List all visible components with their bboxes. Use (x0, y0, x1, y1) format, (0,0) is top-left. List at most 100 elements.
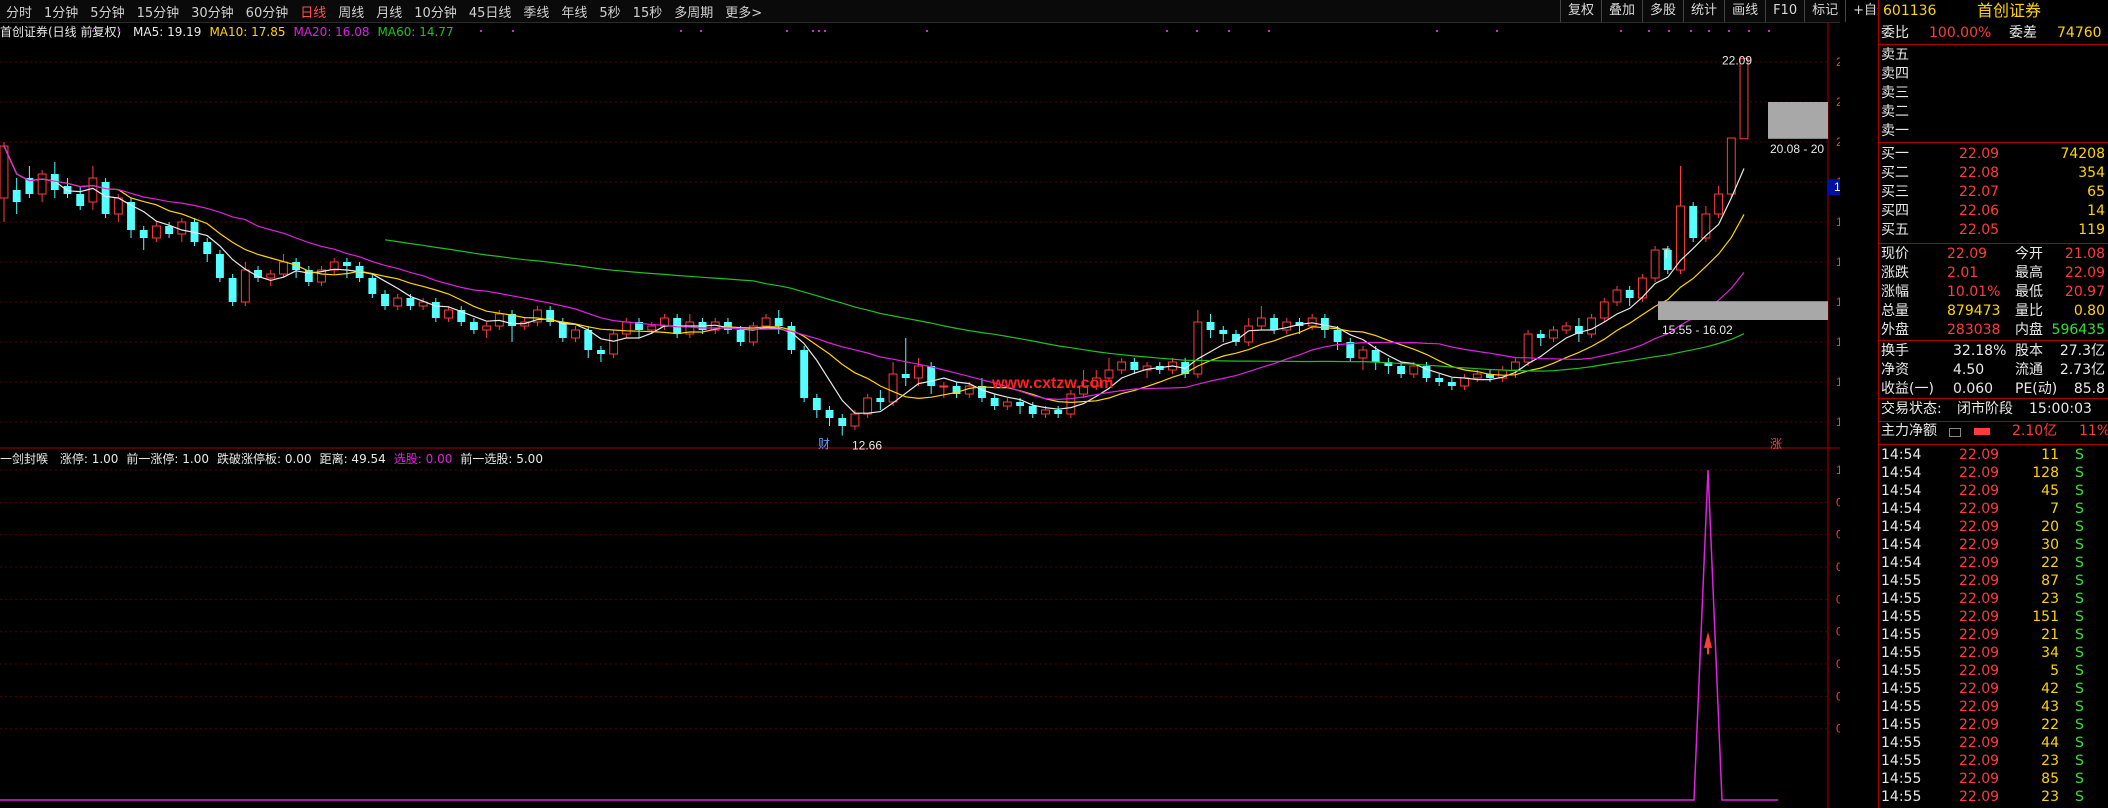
toolbar-button[interactable]: 统计 (1683, 0, 1724, 22)
tick-price: 22.09 (1959, 501, 2000, 517)
chart-area[interactable]: 22.0021.0020.0019.0018.0017.0016.0015.00… (0, 22, 1840, 808)
tick-time: 14:55 (1881, 789, 1922, 805)
toolbar-button[interactable]: 叠加 (1601, 0, 1642, 22)
bid-price: 22.06 (1959, 203, 2000, 219)
high-label: 22.09 (1722, 53, 1752, 67)
period-tab[interactable]: 周线 (332, 2, 370, 21)
stat-value: 10.01% (1947, 284, 2001, 300)
sub-tick-label: 0.70 (1836, 560, 1840, 574)
period-tab[interactable]: 月线 (370, 2, 408, 21)
candle-body (1002, 401, 1012, 407)
bid-label: 买二 (1881, 165, 1909, 181)
period-tab[interactable]: 多周期 (668, 2, 719, 21)
tick-time: 14:55 (1881, 735, 1922, 751)
fundamental-value: 4.50 (1953, 362, 1985, 378)
toolbar-button[interactable]: 多股 (1642, 0, 1683, 22)
kline-chart[interactable]: 22.0021.0020.0019.0018.0017.0016.0015.00… (0, 22, 1840, 808)
candle-body (203, 242, 212, 254)
toolbar-button[interactable]: 标记 (1804, 0, 1845, 22)
toolbar-button[interactable]: 复权 (1560, 0, 1601, 22)
candle-body (990, 398, 999, 406)
tick-row: 14:54 22.09 128 S (1879, 464, 2108, 482)
tick-time: 14:54 (1881, 483, 1922, 499)
bid-row[interactable]: 买三 22.07 65 (1879, 183, 2108, 202)
signal-dot (1436, 30, 1438, 32)
fundamental-label: PE(动) (2015, 381, 2058, 397)
signal-dot (1728, 30, 1730, 32)
stat-row: 外盘 283038 内盘 596435 (1879, 321, 2108, 340)
period-tab[interactable]: 季线 (517, 2, 555, 21)
period-tab[interactable]: 15秒 (627, 2, 669, 21)
candle-body (1549, 329, 1558, 339)
candle-body (1219, 330, 1228, 334)
weibi-row: 委比 100.00% 委差 74760 (1879, 24, 2108, 43)
candle-body (12, 190, 21, 202)
weicha-label: 委差 (2009, 25, 2037, 41)
tick-time: 14:54 (1881, 555, 1922, 571)
period-tab[interactable]: 10分钟 (408, 2, 463, 21)
tick-time: 14:55 (1881, 591, 1922, 607)
candle-body (37, 173, 47, 195)
cai-marker[interactable]: 财 (818, 437, 830, 451)
price-tick-label: 22.00 (1836, 55, 1840, 69)
stat-value: 0.80 (2073, 303, 2105, 319)
sub-tick-label: 0.90 (1836, 495, 1840, 509)
ask-row: 卖二 (1879, 103, 2108, 122)
period-tab[interactable]: 更多> (719, 2, 768, 21)
period-tab[interactable]: 30分钟 (185, 2, 240, 21)
period-tab[interactable]: 15分钟 (131, 2, 186, 21)
fundamental-label: 净资 (1881, 362, 1909, 378)
tick-price: 22.09 (1959, 771, 2000, 787)
stat-label: 最高 (2015, 265, 2043, 281)
tick-price: 22.09 (1959, 681, 2000, 697)
bid-row[interactable]: 买二 22.08 354 (1879, 164, 2108, 183)
signal-dot (118, 30, 120, 32)
candle-body (278, 261, 288, 275)
candle-body (1650, 249, 1660, 279)
tick-side: S (2075, 555, 2084, 571)
signal-arrow-icon (1704, 631, 1712, 648)
watermark: www.cxtzw.com (991, 375, 1114, 392)
candle-body (406, 298, 415, 306)
tick-row: 14:55 22.09 87 S (1879, 572, 2108, 590)
fundamental-value: 2.73亿 (2059, 362, 2105, 378)
period-tab[interactable]: 年线 (555, 2, 593, 21)
tick-side: S (2075, 717, 2084, 733)
period-tab[interactable]: 5秒 (593, 2, 626, 21)
period-tab[interactable]: 60分钟 (240, 2, 295, 21)
period-tab[interactable]: 分时 (0, 2, 38, 21)
candle-body (621, 321, 631, 335)
signal-dot (812, 30, 814, 32)
candle-body (1066, 393, 1076, 415)
low-label: 12.66 (852, 439, 882, 453)
candle-body (838, 418, 847, 426)
status-label: 交易状态: (1881, 401, 1942, 417)
netflow-row[interactable]: 主力净额 2.10亿 11% (1879, 422, 2108, 441)
period-tab[interactable]: 1分钟 (38, 2, 84, 21)
tick-time: 14:55 (1881, 771, 1922, 787)
netflow-toggle-icon[interactable] (1949, 428, 1961, 437)
bid-price: 22.09 (1959, 146, 2000, 162)
bid-row[interactable]: 买五 22.05 119 (1879, 221, 2108, 240)
bid-row[interactable]: 买四 22.06 14 (1879, 202, 2108, 221)
period-tab[interactable]: 5分钟 (84, 2, 130, 21)
tick-volume: 43 (2041, 699, 2059, 715)
candle-body (101, 182, 110, 214)
period-tab[interactable]: 45日线 (463, 2, 518, 21)
signal-dot (824, 30, 826, 32)
divider (1879, 340, 2108, 341)
price-tick-label: 20.00 (1836, 135, 1840, 149)
stat-label: 内盘 (2015, 322, 2043, 338)
toolbar-button[interactable]: 画线 (1724, 0, 1765, 22)
tick-volume: 34 (2041, 645, 2059, 661)
bid-row[interactable]: 买一 22.09 74208 (1879, 145, 2108, 164)
stat-value: 2.01 (1947, 265, 1979, 281)
tick-volume: 44 (2041, 735, 2059, 751)
period-tab[interactable]: 日线 (294, 2, 332, 21)
candle-body (1054, 410, 1063, 414)
signal-dot (480, 30, 482, 32)
tick-volume: 23 (2041, 789, 2059, 805)
candle-body (1536, 334, 1545, 338)
candle-body (151, 225, 161, 239)
toolbar-button[interactable]: F10 (1765, 0, 1804, 22)
